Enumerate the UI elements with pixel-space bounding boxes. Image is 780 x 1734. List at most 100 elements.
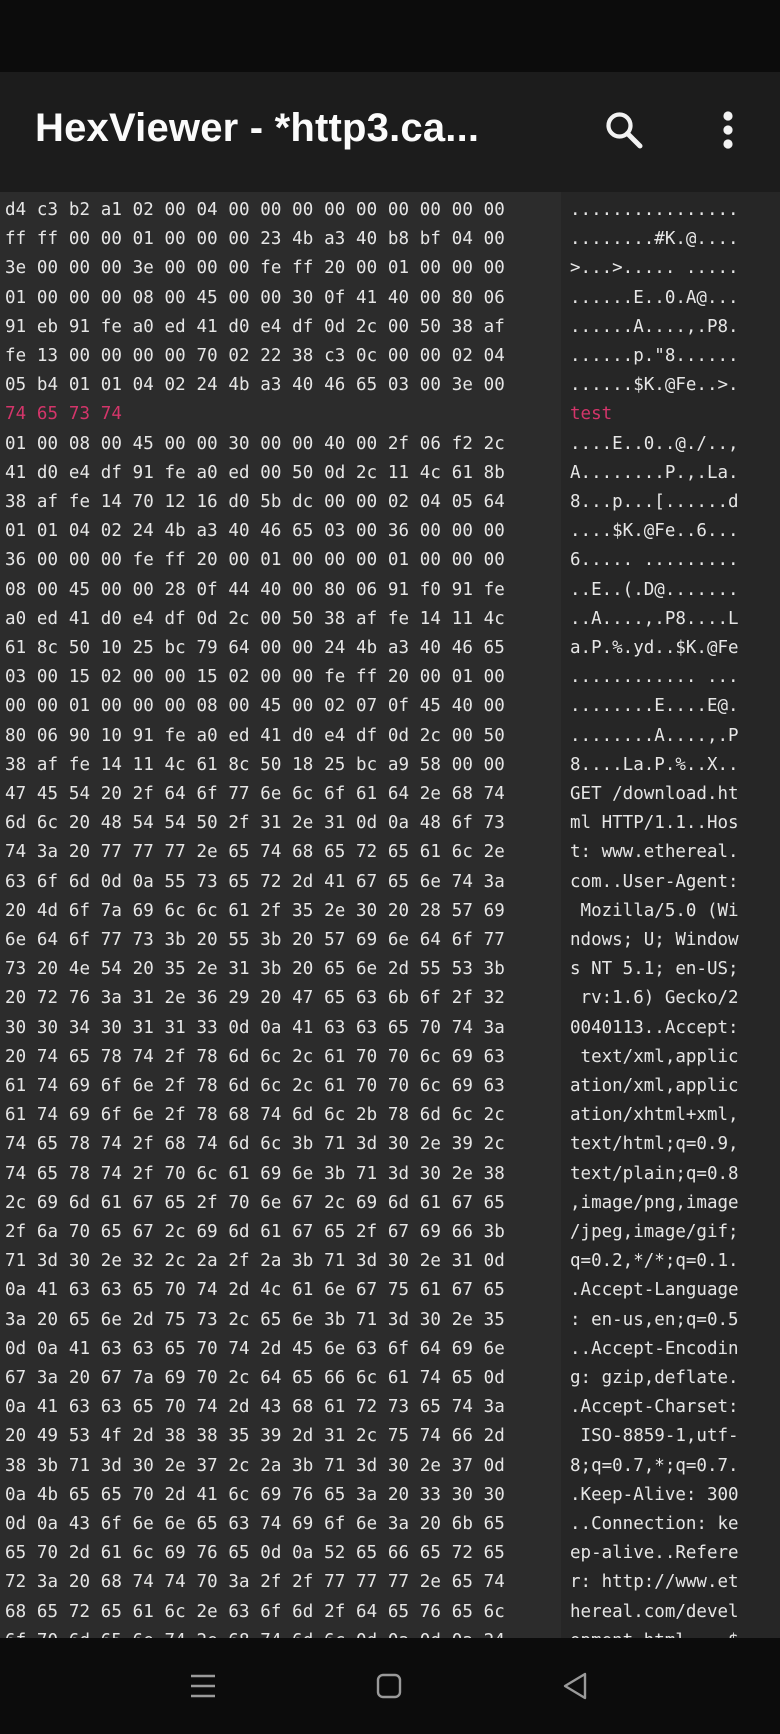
ascii-row[interactable]: a.P.%.yd..$K.@Fe [570, 634, 739, 663]
ascii-row[interactable]: ......E..0.A@... [570, 284, 739, 313]
hex-row[interactable]: 0d 0a 43 6f 6e 6e 65 63 74 69 6f 6e 3a 2… [5, 1510, 505, 1539]
ascii-row[interactable]: test [570, 400, 612, 429]
hex-row[interactable]: 00 00 01 00 00 00 08 00 45 00 02 07 0f 4… [5, 692, 505, 721]
ascii-row[interactable]: text/html;q=0.9, [570, 1130, 739, 1159]
ascii-row[interactable]: ........A....,.P [570, 722, 739, 751]
hex-row[interactable]: 6d 6c 20 48 54 54 50 2f 31 2e 31 0d 0a 4… [5, 809, 505, 838]
ascii-row[interactable]: ....E..0..@./.., [570, 430, 739, 459]
more-options-button[interactable] [702, 102, 754, 158]
hex-row[interactable]: 73 20 4e 54 20 35 2e 31 3b 20 65 6e 2d 5… [5, 955, 505, 984]
ascii-row[interactable]: ....$K.@Fe..6... [570, 517, 739, 546]
hex-row[interactable]: 03 00 15 02 00 00 15 02 00 00 fe ff 20 0… [5, 663, 505, 692]
hex-row[interactable]: 6e 64 6f 77 73 3b 20 55 3b 20 57 69 6e 6… [5, 926, 505, 955]
hex-row[interactable]: 0a 4b 65 65 70 2d 41 6c 69 76 65 3a 20 3… [5, 1481, 505, 1510]
ascii-row[interactable]: text/plain;q=0.8 [570, 1160, 739, 1189]
hex-row[interactable]: 01 00 00 00 08 00 45 00 00 30 0f 41 40 0… [5, 284, 505, 313]
hex-row[interactable]: ff ff 00 00 01 00 00 00 23 4b a3 40 b8 b… [5, 225, 505, 254]
hex-row[interactable]: 63 6f 6d 0d 0a 55 73 65 72 2d 41 67 65 6… [5, 868, 505, 897]
hex-row[interactable]: 01 01 04 02 24 4b a3 40 46 65 03 00 36 0… [5, 517, 505, 546]
hex-row[interactable]: 72 3a 20 68 74 74 70 3a 2f 2f 77 77 77 2… [5, 1568, 505, 1597]
ascii-row[interactable]: com..User-Agent: [570, 868, 739, 897]
hex-row[interactable]: 80 06 90 10 91 fe a0 ed 41 d0 e4 df 0d 2… [5, 722, 505, 751]
ascii-row[interactable]: ........E....E@. [570, 692, 739, 721]
ascii-row[interactable]: ......$K.@Fe..>. [570, 371, 739, 400]
ascii-row[interactable]: rv:1.6) Gecko/2 [570, 984, 739, 1013]
ascii-row[interactable]: ............ ... [570, 663, 739, 692]
ascii-row[interactable]: ISO-8859-1,utf- [570, 1422, 739, 1451]
hex-row[interactable]: 38 3b 71 3d 30 2e 37 2c 2a 3b 71 3d 30 2… [5, 1452, 505, 1481]
ascii-row[interactable]: r: http://www.et [570, 1568, 739, 1597]
hex-view[interactable]: d4 c3 b2 a1 02 00 04 00 00 00 00 00 00 0… [0, 192, 780, 1638]
ascii-row[interactable]: Mozilla/5.0 (Wi [570, 897, 739, 926]
hex-row[interactable]: 2c 69 6d 61 67 65 2f 70 6e 67 2c 69 6d 6… [5, 1189, 505, 1218]
ascii-row[interactable]: 8...p...[......d [570, 488, 739, 517]
hex-row[interactable]: 74 3a 20 77 77 77 2e 65 74 68 65 72 65 6… [5, 838, 505, 867]
hex-row[interactable]: 61 74 69 6f 6e 2f 78 68 74 6d 6c 2b 78 6… [5, 1101, 505, 1130]
ascii-row[interactable]: GET /download.ht [570, 780, 739, 809]
ascii-row[interactable]: ......A....,.P8. [570, 313, 739, 342]
ascii-row[interactable]: ................ [570, 196, 739, 225]
ascii-row[interactable]: ndows; U; Window [570, 926, 739, 955]
ascii-row[interactable]: /jpeg,image/gif; [570, 1218, 739, 1247]
ascii-row[interactable]: opment.html....$ [570, 1627, 739, 1638]
ascii-row[interactable]: ..Connection: ke [570, 1510, 739, 1539]
hex-row[interactable]: 41 d0 e4 df 91 fe a0 ed 00 50 0d 2c 11 4… [5, 459, 505, 488]
ascii-row[interactable]: g: gzip,deflate. [570, 1364, 739, 1393]
hex-row[interactable]: 20 72 76 3a 31 2e 36 29 20 47 65 63 6b 6… [5, 984, 505, 1013]
hex-row[interactable]: 3e 00 00 00 3e 00 00 00 fe ff 20 00 01 0… [5, 254, 505, 283]
hex-row[interactable]: 91 eb 91 fe a0 ed 41 d0 e4 df 0d 2c 00 5… [5, 313, 505, 342]
hex-row[interactable]: 20 74 65 78 74 2f 78 6d 6c 2c 61 70 70 6… [5, 1043, 505, 1072]
ascii-row[interactable]: text/xml,applic [570, 1043, 739, 1072]
hex-row[interactable]: fe 13 00 00 00 00 70 02 22 38 c3 0c 00 0… [5, 342, 505, 371]
ascii-row[interactable]: : en-us,en;q=0.5 [570, 1306, 739, 1335]
recents-button[interactable] [181, 1664, 225, 1708]
ascii-row[interactable]: q=0.2,*/*;q=0.1. [570, 1247, 739, 1276]
hex-row[interactable]: 20 49 53 4f 2d 38 38 35 39 2d 31 2c 75 7… [5, 1422, 505, 1451]
hex-row[interactable]: 36 00 00 00 fe ff 20 00 01 00 00 00 01 0… [5, 546, 505, 575]
ascii-row[interactable]: ep-alive..Refere [570, 1539, 739, 1568]
hex-row[interactable]: 47 45 54 20 2f 64 6f 77 6e 6c 6f 61 64 2… [5, 780, 505, 809]
hex-row[interactable]: 0a 41 63 63 65 70 74 2d 4c 61 6e 67 75 6… [5, 1276, 505, 1305]
hex-row[interactable]: 05 b4 01 01 04 02 24 4b a3 40 46 65 03 0… [5, 371, 505, 400]
ascii-row[interactable]: .Keep-Alive: 300 [570, 1481, 739, 1510]
hex-row[interactable]: a0 ed 41 d0 e4 df 0d 2c 00 50 38 af fe 1… [5, 605, 505, 634]
hex-row[interactable]: 38 af fe 14 11 4c 61 8c 50 18 25 bc a9 5… [5, 751, 505, 780]
hex-row[interactable]: 30 30 34 30 31 31 33 0d 0a 41 63 63 65 7… [5, 1014, 505, 1043]
hex-row[interactable]: 6f 70 6d 65 6e 74 2e 68 74 6d 6c 0d 0a 0… [5, 1627, 505, 1638]
hex-row[interactable]: 2f 6a 70 65 67 2c 69 6d 61 67 65 2f 67 6… [5, 1218, 505, 1247]
hex-row[interactable]: 0d 0a 41 63 63 65 70 74 2d 45 6e 63 6f 6… [5, 1335, 505, 1364]
ascii-row[interactable]: .Accept-Language [570, 1276, 739, 1305]
ascii-row[interactable]: 8;q=0.7,*;q=0.7. [570, 1452, 739, 1481]
ascii-row[interactable]: 8....La.P.%..X.. [570, 751, 739, 780]
back-button[interactable] [553, 1664, 597, 1708]
ascii-row[interactable]: ,image/png,image [570, 1189, 739, 1218]
hex-row[interactable]: 61 74 69 6f 6e 2f 78 6d 6c 2c 61 70 70 6… [5, 1072, 505, 1101]
ascii-column[interactable]: ................ ........#K.@.... >...>...… [561, 192, 780, 1638]
ascii-row[interactable]: ation/xhtml+xml, [570, 1101, 739, 1130]
ascii-row[interactable]: ......p."8...... [570, 342, 739, 371]
ascii-row[interactable]: >...>..... ..... [570, 254, 739, 283]
hex-row[interactable]: 08 00 45 00 00 28 0f 44 40 00 80 06 91 f… [5, 576, 505, 605]
ascii-row[interactable]: 6..... ......... [570, 546, 739, 575]
ascii-row[interactable]: 0040113..Accept: [570, 1014, 739, 1043]
ascii-row[interactable]: ........#K.@.... [570, 225, 739, 254]
ascii-row[interactable]: s NT 5.1; en-US; [570, 955, 739, 984]
hex-row[interactable]: 74 65 73 74 [5, 400, 122, 429]
hex-row[interactable]: 0a 41 63 63 65 70 74 2d 43 68 61 72 73 6… [5, 1393, 505, 1422]
search-button[interactable] [596, 102, 652, 158]
ascii-row[interactable]: hereal.com/devel [570, 1598, 739, 1627]
ascii-row[interactable]: ..A....,.P8....L [570, 605, 739, 634]
ascii-row[interactable]: t: www.ethereal. [570, 838, 739, 867]
ascii-row[interactable]: ..Accept-Encodin [570, 1335, 739, 1364]
hex-row[interactable]: 38 af fe 14 70 12 16 d0 5b dc 00 00 02 0… [5, 488, 505, 517]
hex-row[interactable]: 74 65 78 74 2f 70 6c 61 69 6e 3b 71 3d 3… [5, 1160, 505, 1189]
hex-row[interactable]: 61 8c 50 10 25 bc 79 64 00 00 24 4b a3 4… [5, 634, 505, 663]
hex-column[interactable]: d4 c3 b2 a1 02 00 04 00 00 00 00 00 00 0… [0, 192, 561, 1638]
hex-row[interactable]: 68 65 72 65 61 6c 2e 63 6f 6d 2f 64 65 7… [5, 1598, 505, 1627]
ascii-row[interactable]: .Accept-Charset: [570, 1393, 739, 1422]
hex-row[interactable]: d4 c3 b2 a1 02 00 04 00 00 00 00 00 00 0… [5, 196, 505, 225]
hex-row[interactable]: 74 65 78 74 2f 68 74 6d 6c 3b 71 3d 30 2… [5, 1130, 505, 1159]
ascii-row[interactable]: ml HTTP/1.1..Hos [570, 809, 739, 838]
ascii-row[interactable]: ..E..(.D@....... [570, 576, 739, 605]
ascii-row[interactable]: ation/xml,applic [570, 1072, 739, 1101]
